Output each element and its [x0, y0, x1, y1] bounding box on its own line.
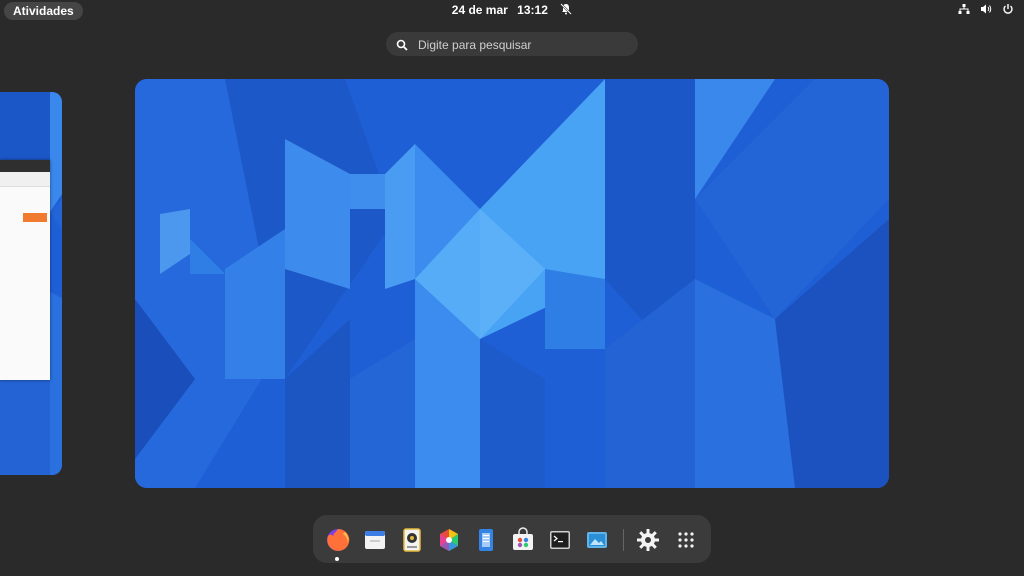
workspace-current[interactable]	[135, 79, 889, 488]
volume-icon[interactable]	[980, 3, 992, 15]
top-bar: Atividades 24 de mar 13:12	[0, 0, 1024, 22]
clock-time: 13:12	[517, 3, 548, 17]
search-entry[interactable]	[386, 32, 638, 58]
network-icon[interactable]	[958, 3, 970, 15]
settings-gear-icon[interactable]	[635, 527, 661, 553]
firefox-icon[interactable]	[325, 527, 351, 553]
workspace-thumbnail-previous[interactable]	[0, 92, 62, 475]
image-viewer-icon[interactable]	[584, 527, 610, 553]
search-input[interactable]	[416, 32, 630, 58]
system-tray[interactable]	[958, 3, 1014, 15]
calendar-icon[interactable]	[362, 527, 388, 553]
clock[interactable]: 24 de mar 13:12	[0, 3, 1024, 18]
show-apps-grid-icon[interactable]	[673, 527, 699, 553]
software-icon[interactable]	[510, 527, 536, 553]
wallpaper	[135, 79, 889, 488]
dash	[313, 515, 711, 563]
search-icon	[396, 38, 408, 56]
window-thumbnail[interactable]	[0, 160, 50, 380]
power-icon[interactable]	[1002, 3, 1014, 15]
rhythmbox-icon[interactable]	[399, 527, 425, 553]
photos-icon[interactable]	[436, 527, 462, 553]
clock-date: 24 de mar	[451, 3, 508, 17]
dash-separator	[623, 529, 624, 551]
running-indicator	[335, 557, 339, 561]
terminal-icon[interactable]	[547, 527, 573, 553]
text-editor-icon[interactable]	[473, 527, 499, 553]
notifications-muted-icon	[560, 3, 572, 18]
